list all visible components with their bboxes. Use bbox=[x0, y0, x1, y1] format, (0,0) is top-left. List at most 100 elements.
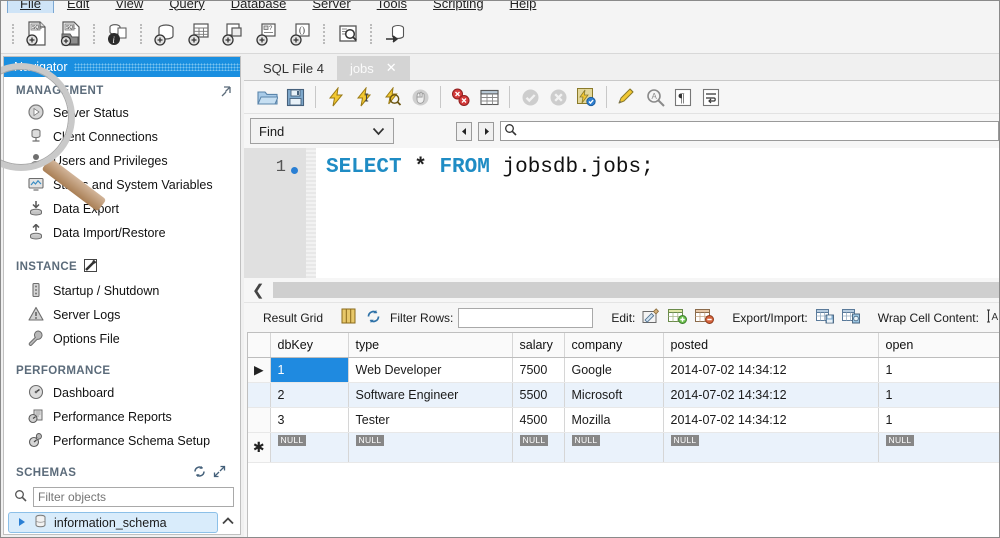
reconnect-icon[interactable] bbox=[380, 18, 410, 50]
cell-salary[interactable]: 7500 bbox=[512, 357, 565, 383]
expand-icon[interactable] bbox=[213, 465, 226, 481]
execute-icon[interactable] bbox=[323, 84, 349, 110]
cell-salary[interactable]: 4500 bbox=[512, 407, 565, 433]
sidebar-item-client-connections[interactable]: Client Connections bbox=[4, 125, 240, 149]
cell-salary-null[interactable]: NULL bbox=[512, 432, 565, 463]
result-grid[interactable]: dbKey type salary company posted open ▶ … bbox=[247, 332, 999, 537]
sidebar-item-performance-reports[interactable]: Performance Reports bbox=[4, 405, 240, 429]
nav-prev-icon[interactable] bbox=[456, 121, 472, 141]
rollback-icon[interactable] bbox=[545, 84, 571, 110]
triangle-right-icon[interactable] bbox=[17, 516, 27, 530]
sidebar-item-performance-schema-setup[interactable]: Performance Schema Setup bbox=[4, 429, 240, 453]
cell-company[interactable]: Google bbox=[564, 357, 664, 383]
cell-open[interactable]: 1 bbox=[878, 382, 999, 408]
cell-posted-null[interactable]: NULL bbox=[663, 432, 879, 463]
cell-posted[interactable]: 2014-07-02 14:34:12 bbox=[663, 357, 879, 383]
open-sql-file-icon[interactable]: SQL bbox=[56, 18, 86, 50]
connection-info-icon[interactable]: i bbox=[103, 18, 133, 50]
cell-type[interactable]: Web Developer bbox=[348, 357, 513, 383]
refresh-icon[interactable] bbox=[366, 309, 381, 327]
refresh-icon[interactable] bbox=[193, 465, 206, 481]
cell-type-null[interactable]: NULL bbox=[348, 432, 513, 463]
menu-item-view[interactable]: View bbox=[102, 1, 156, 14]
menu-item-edit[interactable]: Edit bbox=[54, 1, 102, 14]
sql-code-editor[interactable]: 1 SELECT * FROM jobsdb.jobs; bbox=[244, 148, 999, 278]
wrap-lines-icon[interactable] bbox=[698, 84, 724, 110]
cell-dbkey-null[interactable]: NULL bbox=[270, 432, 349, 463]
sidebar-item-dashboard[interactable]: Dashboard bbox=[4, 381, 240, 405]
cell-type[interactable]: Software Engineer bbox=[348, 382, 513, 408]
tab-jobs[interactable]: jobs ✕ bbox=[336, 56, 410, 80]
toggle-breakpoint-icon[interactable] bbox=[448, 84, 474, 110]
save-icon[interactable] bbox=[282, 84, 308, 110]
wrap-cell-icon[interactable]: A bbox=[986, 308, 999, 327]
new-sql-file-icon[interactable]: SQL bbox=[22, 18, 52, 50]
column-header-open[interactable]: open bbox=[878, 333, 999, 358]
sidebar-item-status-and-system-variables[interactable]: Status and System Variables bbox=[4, 173, 240, 197]
search-data-icon[interactable] bbox=[333, 18, 363, 50]
cell-company[interactable]: Mozilla bbox=[564, 407, 664, 433]
results-collapse-bar[interactable]: ❮ bbox=[244, 278, 999, 302]
menu-item-server[interactable]: Server bbox=[299, 1, 363, 14]
table-row[interactable]: 2 Software Engineer 5500 Microsoft 2014-… bbox=[248, 382, 999, 408]
code-text-area[interactable]: SELECT * FROM jobsdb.jobs; bbox=[316, 148, 999, 278]
find-mode-select[interactable]: Find bbox=[250, 118, 394, 144]
column-header-salary[interactable]: salary bbox=[512, 333, 565, 358]
cell-dbkey[interactable]: 3 bbox=[270, 407, 349, 433]
column-header-type[interactable]: type bbox=[348, 333, 513, 358]
chevron-up-icon[interactable] bbox=[219, 510, 237, 532]
schema-item-information-schema[interactable]: information_schema bbox=[8, 512, 218, 533]
new-view-icon[interactable] bbox=[218, 18, 248, 50]
sidebar-item-server-status[interactable]: Server Status bbox=[4, 101, 240, 125]
menu-item-tools[interactable]: Tools bbox=[364, 1, 420, 14]
grid-view-icon[interactable] bbox=[341, 308, 356, 327]
commit-icon[interactable] bbox=[517, 84, 543, 110]
import-icon[interactable] bbox=[841, 308, 860, 328]
open-file-icon[interactable] bbox=[254, 84, 280, 110]
sidebar-item-options-file[interactable]: Options File bbox=[4, 327, 240, 351]
sidebar-item-startup-shutdown[interactable]: Startup / Shutdown bbox=[4, 279, 240, 303]
invisible-chars-icon[interactable]: ¶ bbox=[670, 84, 696, 110]
cell-dbkey[interactable]: 2 bbox=[270, 382, 349, 408]
edit-pencil-icon[interactable] bbox=[642, 307, 660, 328]
find-input-wrapper[interactable] bbox=[500, 121, 999, 141]
tab-sql-file-4[interactable]: SQL File 4 bbox=[250, 56, 337, 80]
cell-company[interactable]: Microsoft bbox=[564, 382, 664, 408]
menu-item-query[interactable]: Query bbox=[156, 1, 217, 14]
close-icon[interactable]: ✕ bbox=[386, 60, 397, 76]
column-header-posted[interactable]: posted bbox=[663, 333, 879, 358]
cell-company-null[interactable]: NULL bbox=[564, 432, 664, 463]
new-table-icon[interactable] bbox=[184, 18, 214, 50]
explain-icon[interactable] bbox=[379, 84, 405, 110]
menu-item-help[interactable]: Help bbox=[497, 1, 550, 14]
stop-icon[interactable] bbox=[407, 84, 433, 110]
execute-current-icon[interactable] bbox=[351, 84, 377, 110]
new-procedure-icon[interactable]: ? bbox=[252, 18, 282, 50]
new-row-placeholder[interactable]: ✱ NULL NULL NULL NULL NULL NULL bbox=[248, 432, 999, 463]
sidebar-item-users-and-privileges[interactable]: Users and Privileges bbox=[4, 149, 240, 173]
new-function-icon[interactable]: () bbox=[286, 18, 316, 50]
autocommit-icon[interactable] bbox=[573, 84, 599, 110]
pin-icon[interactable] bbox=[221, 85, 232, 97]
export-icon[interactable] bbox=[815, 308, 834, 328]
menu-item-scripting[interactable]: Scripting bbox=[420, 1, 497, 14]
new-schema-icon[interactable] bbox=[150, 18, 180, 50]
chevron-left-icon[interactable]: ❮ bbox=[252, 281, 265, 299]
table-row[interactable]: 3 Tester 4500 Mozilla 2014-07-02 14:34:1… bbox=[248, 407, 999, 433]
column-header-company[interactable]: company bbox=[564, 333, 664, 358]
menu-item-database[interactable]: Database bbox=[218, 1, 300, 14]
cell-open-null[interactable]: NULL bbox=[878, 432, 999, 463]
cell-open[interactable]: 1 bbox=[878, 407, 999, 433]
filter-rows-input[interactable] bbox=[458, 307, 594, 328]
table-row[interactable]: ▶ 1 Web Developer 7500 Google 2014-07-02… bbox=[248, 357, 999, 383]
find-input[interactable] bbox=[520, 123, 998, 139]
sidebar-item-data-import-restore[interactable]: Data Import/Restore bbox=[4, 221, 240, 245]
nav-next-icon[interactable] bbox=[478, 121, 494, 141]
find-icon[interactable]: A bbox=[642, 84, 668, 110]
cell-dbkey[interactable]: 1 bbox=[270, 357, 349, 383]
filter-objects-input[interactable] bbox=[33, 487, 234, 507]
delete-row-icon[interactable] bbox=[695, 308, 715, 327]
menu-item-file[interactable]: File bbox=[7, 1, 54, 13]
cell-posted[interactable]: 2014-07-02 14:34:12 bbox=[663, 382, 879, 408]
beautify-icon[interactable] bbox=[614, 84, 640, 110]
